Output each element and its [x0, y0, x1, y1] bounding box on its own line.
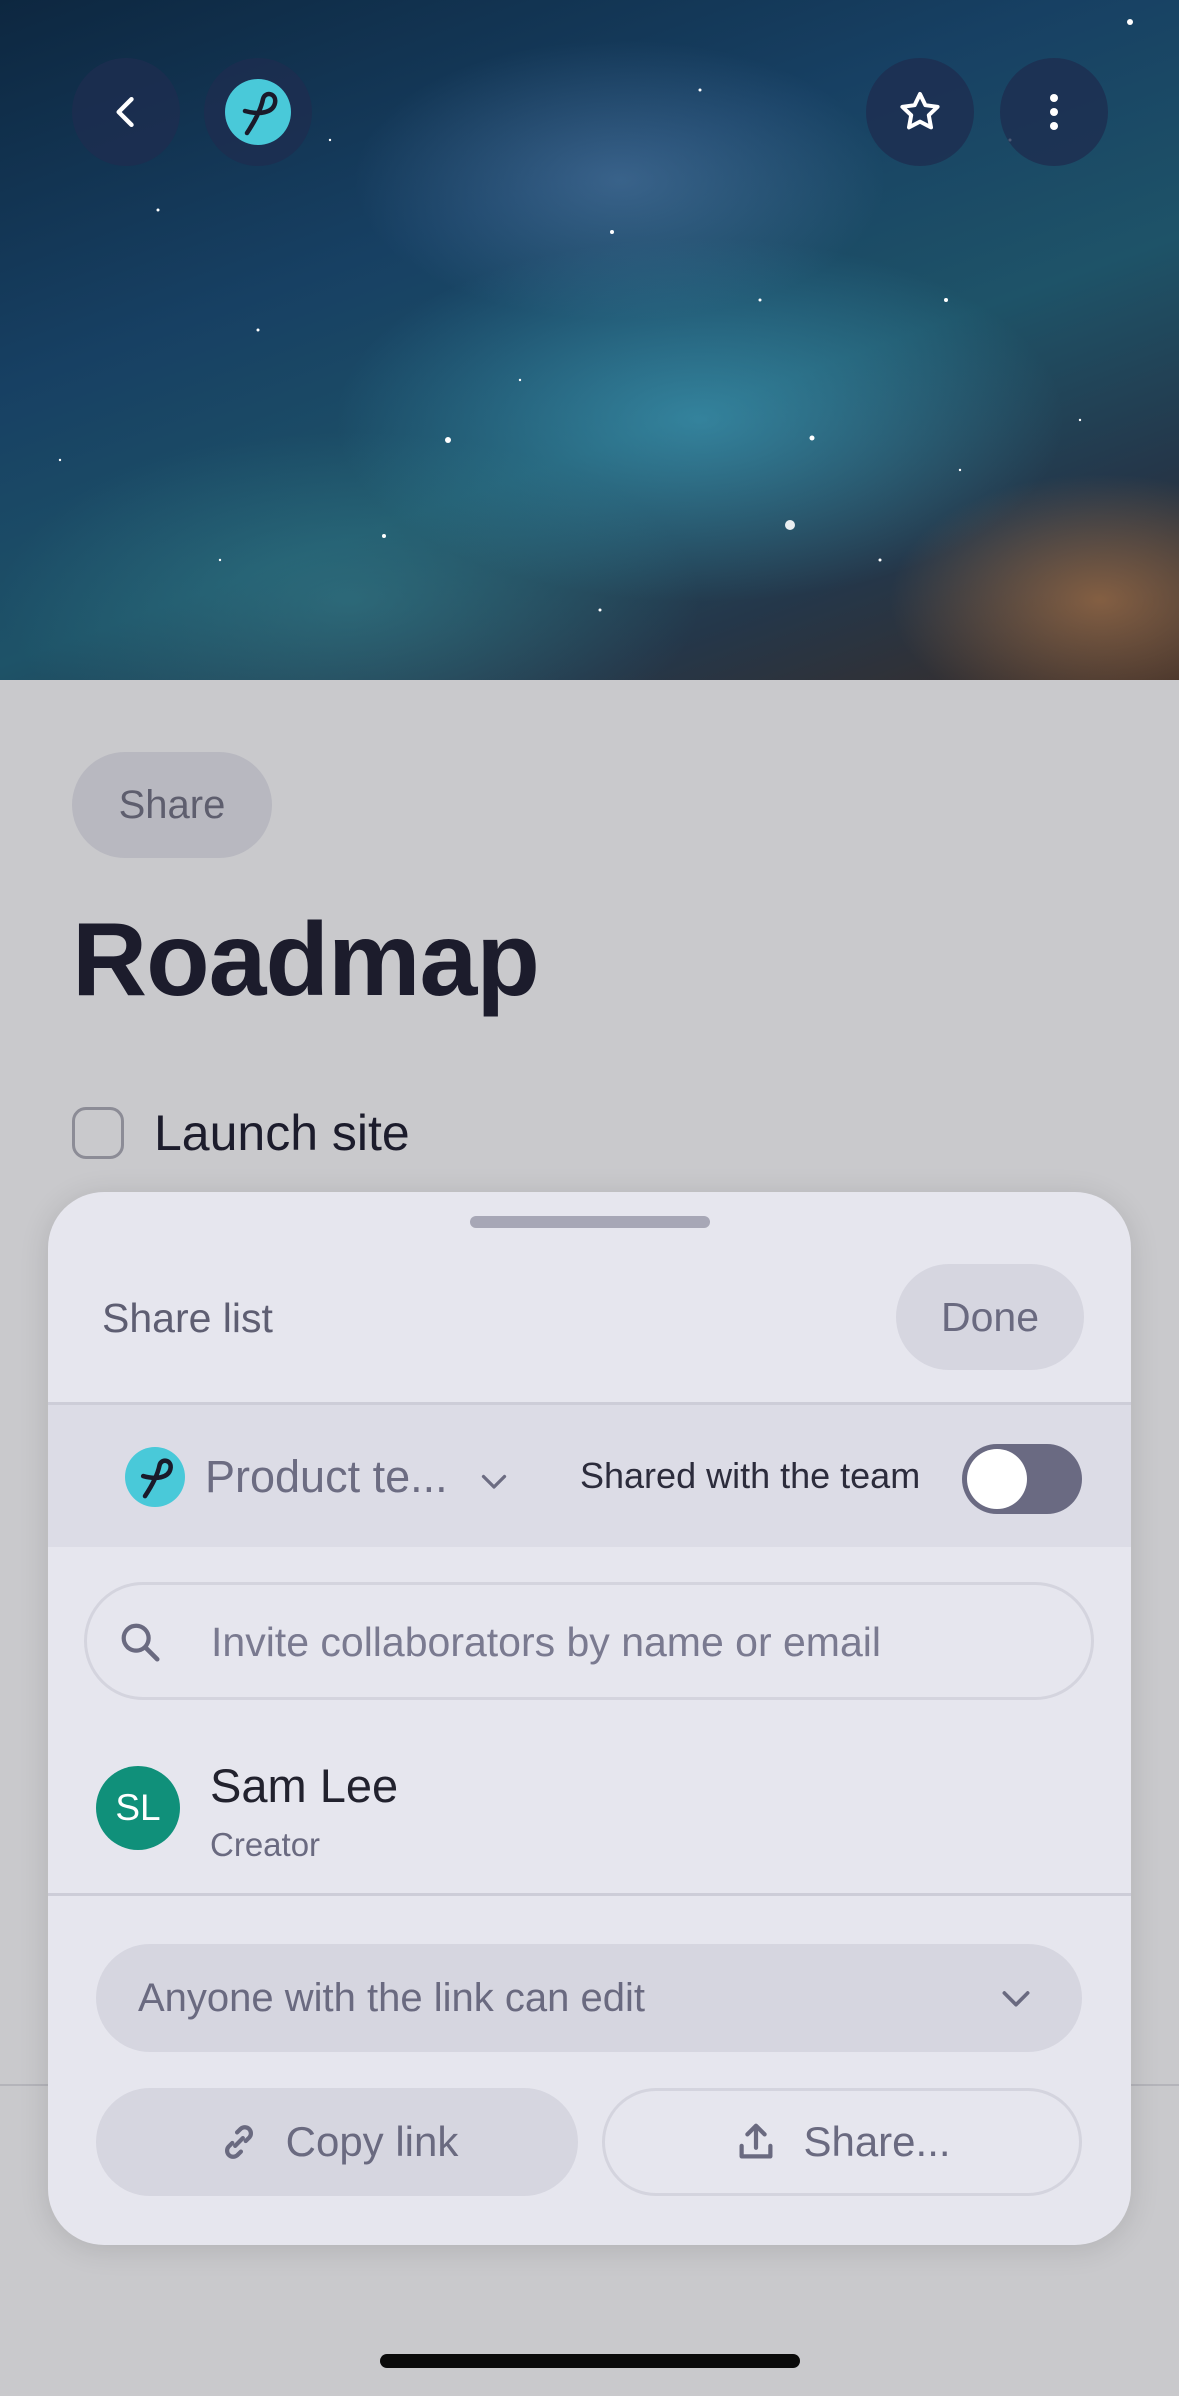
- sheet-grabber[interactable]: [470, 1216, 710, 1228]
- collaborator-name: Sam Lee: [210, 1759, 399, 1812]
- sheet-title: Share list: [102, 1295, 273, 1341]
- copy-link-label: Copy link: [285, 2118, 459, 2165]
- team-selector[interactable]: Product te...: [205, 1451, 448, 1503]
- cover-image: [0, 0, 1179, 680]
- page-title: Roadmap: [72, 902, 540, 1018]
- search-icon: [121, 1623, 160, 1662]
- link-icon: [224, 2125, 253, 2159]
- upload-share-icon: [739, 2123, 773, 2159]
- task-item[interactable]: Launch site: [72, 1104, 410, 1162]
- search-placeholder: Invite collaborators by name or email: [211, 1619, 881, 1665]
- copy-link-button[interactable]: Copy link: [96, 2088, 578, 2196]
- chevron-down-icon[interactable]: [476, 1463, 512, 1499]
- team-logo-icon: [125, 1447, 185, 1507]
- chevron-left-icon: [116, 96, 134, 128]
- share-chip[interactable]: Share: [72, 752, 272, 858]
- star-icon: [900, 92, 940, 130]
- team-row: Product te... Shared with the team: [48, 1405, 1131, 1547]
- task-label: Launch site: [154, 1105, 410, 1161]
- collaborator-role: Creator: [210, 1826, 321, 1863]
- shared-with-team-toggle[interactable]: [962, 1444, 1082, 1514]
- more-vertical-icon: [1050, 94, 1058, 130]
- chevron-down-icon: [1002, 1991, 1030, 2007]
- share-sheet: Share list Done Product te... Shared wit…: [48, 1192, 1131, 2245]
- invite-search-input[interactable]: Invite collaborators by name or email: [84, 1582, 1094, 1700]
- link-permission-value: Anyone with the link can edit: [138, 1976, 645, 2020]
- back-button[interactable]: [72, 58, 180, 166]
- favorite-button[interactable]: [866, 58, 974, 166]
- link-permission-select[interactable]: Anyone with the link can edit: [96, 1944, 1082, 2052]
- workspace-logo-button[interactable]: [204, 58, 312, 166]
- share-label: Share...: [803, 2118, 951, 2165]
- divider: [48, 1893, 1131, 1896]
- app-logo-icon: [225, 79, 291, 145]
- toggle-knob: [967, 1449, 1027, 1509]
- avatar: SL: [96, 1766, 180, 1850]
- task-checkbox[interactable]: [72, 1107, 124, 1159]
- more-options-button[interactable]: [1000, 58, 1108, 166]
- done-button[interactable]: Done: [896, 1264, 1084, 1370]
- home-indicator[interactable]: [380, 2354, 800, 2368]
- shared-with-team-label: Shared with the team: [580, 1455, 921, 1496]
- share-button[interactable]: Share...: [602, 2088, 1082, 2196]
